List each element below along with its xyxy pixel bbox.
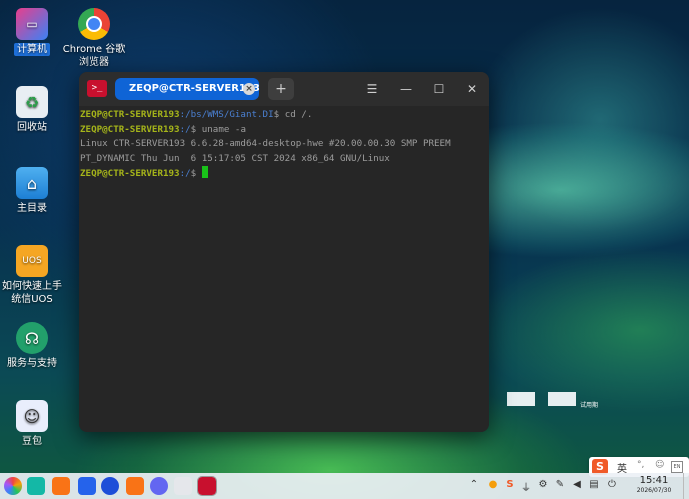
terminal-tab[interactable]: ZEQP@CTR-SERVER193: / × [115, 78, 259, 100]
power-icon[interactable]: ⏻ [606, 479, 618, 490]
chrome-icon [78, 8, 110, 40]
terminal-titlebar[interactable]: >_ ZEQP@CTR-SERVER193: / × + ☰ — ☐ ✕ [79, 72, 489, 106]
add-tab-button[interactable]: + [268, 78, 294, 100]
desktop-icon-uos-guide[interactable]: UOS 如何快速上手统信UOS [0, 245, 64, 306]
tab-title: ZEQP@CTR-SERVER193: / [129, 83, 259, 94]
headset-icon: ☊ [16, 322, 48, 354]
desktop-icon-home[interactable]: ⌂ 主目录 [0, 167, 64, 215]
terminal-line: PT_DYNAMIC Thu Jun 6 15:17:05 CST 2024 x… [80, 152, 390, 164]
ime-punctuation-icon[interactable]: °, [637, 460, 644, 470]
close-tab-icon[interactable]: × [243, 83, 255, 95]
home-folder-icon: ⌂ [16, 167, 48, 199]
settings-icon[interactable] [150, 477, 168, 495]
computer-icon: ▭ [16, 8, 48, 40]
terminal-cursor [201, 166, 208, 178]
minimize-icon[interactable]: — [397, 80, 415, 98]
clock-date: 2026/07/30 [636, 487, 672, 494]
watermark-block [507, 392, 535, 406]
clock[interactable]: 15:41 2026/07/30 [632, 475, 676, 495]
clock-time: 15:41 [639, 475, 669, 486]
taskbar: ⌃ ● S ⏚ ⚙ ✎ ◀ ▤ ⏻ 15:41 2026/07/30 [0, 473, 689, 499]
multitask-view-icon[interactable] [27, 477, 45, 495]
launcher-icon[interactable] [4, 477, 22, 495]
terminal-line: ZEQP@CTR-SERVER193:/bs/WMS/Giant.DI$ cd … [80, 109, 313, 120]
desktop-icon-doubao[interactable]: ☺ 豆包 [0, 400, 64, 448]
ime-keyboard-icon[interactable]: EN [671, 461, 683, 473]
terminal-app-icon: >_ [87, 80, 107, 97]
desktop-icon-label: 如何快速上手统信UOS [2, 281, 62, 305]
doubao-taskbar-icon[interactable] [174, 477, 192, 495]
desktop-icon-label: 服务与支持 [7, 358, 57, 369]
accessibility-icon[interactable]: ⚙ [537, 479, 549, 490]
menu-icon[interactable]: ☰ [363, 80, 381, 98]
desktop-icon-label: Chrome 谷歌浏览器 [62, 44, 126, 68]
sogou-tray-icon[interactable]: S [504, 479, 516, 490]
terminal-taskbar-icon[interactable] [197, 476, 217, 496]
close-window-icon[interactable]: ✕ [463, 80, 481, 98]
tray-app-icon[interactable]: ● [487, 479, 499, 490]
desktop-icon-chrome[interactable]: Chrome 谷歌浏览器 [62, 8, 126, 69]
desktop-icon-label: 计算机 [14, 43, 50, 56]
terminal-output[interactable]: ZEQP@CTR-SERVER193:/bs/WMS/Giant.DI$ cd … [79, 106, 489, 182]
file-manager-icon[interactable] [78, 477, 96, 495]
terminal-line: Linux CTR-SERVER193 6.6.28-amd64-desktop… [80, 138, 451, 149]
maximize-icon[interactable]: ☐ [430, 80, 448, 98]
desktop-icon-trash[interactable]: ♻ 回收站 [0, 86, 64, 134]
terminal-window[interactable]: >_ ZEQP@CTR-SERVER193: / × + ☰ — ☐ ✕ ZEQ… [79, 72, 489, 432]
ime-emoji-icon[interactable]: ☺ [655, 460, 664, 470]
desktop-icon-label: 主目录 [17, 203, 47, 214]
volume-icon[interactable]: ◀ [571, 479, 583, 490]
doubao-avatar-icon: ☺ [16, 400, 48, 432]
usb-icon[interactable]: ⏚ [520, 479, 532, 494]
terminal-line: ZEQP@CTR-SERVER193:/$ uname -a [80, 123, 246, 135]
chevron-up-icon[interactable]: ⌃ [468, 479, 480, 490]
desktop-icon-computer[interactable]: ▭ 计算机 [0, 8, 64, 56]
watermark-block [548, 392, 576, 406]
trash-icon: ♻ [16, 86, 48, 118]
printer-icon[interactable]: ▤ [588, 479, 600, 490]
browser-icon[interactable] [101, 477, 119, 495]
trial-label: 试用期 [580, 402, 599, 409]
music-icon[interactable] [126, 477, 144, 495]
app-store-icon[interactable] [52, 477, 70, 495]
pen-icon[interactable]: ✎ [554, 479, 566, 490]
terminal-prompt-line: ZEQP@CTR-SERVER193:/$ [79, 166, 489, 182]
desktop-icon-support[interactable]: ☊ 服务与支持 [0, 322, 64, 370]
desktop-icon-label: 豆包 [22, 436, 42, 447]
desktop-icon-label: 回收站 [17, 122, 47, 133]
lightbulb-icon: UOS [16, 245, 48, 277]
show-desktop-button[interactable] [683, 473, 689, 499]
